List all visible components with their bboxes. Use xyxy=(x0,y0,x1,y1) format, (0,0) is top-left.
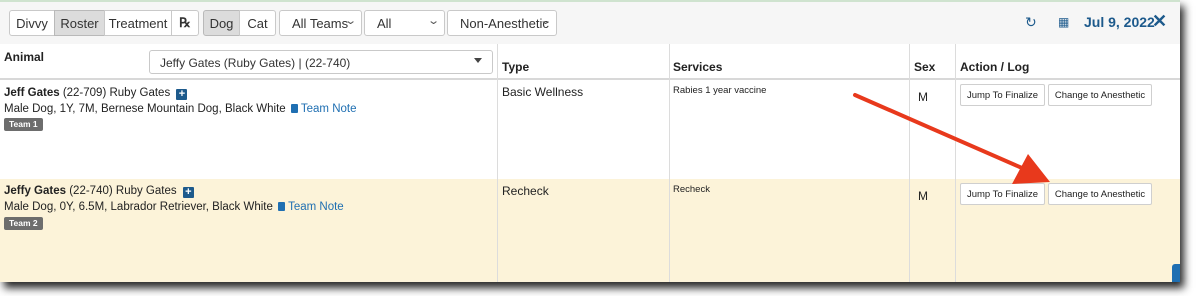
animal-cell: Jeff Gates (22-709) Ruby Gates + Male Do… xyxy=(4,85,357,117)
team-note-link[interactable]: Team Note xyxy=(301,103,357,115)
app-window: Divvy Roster Treatment ℞ Dog Cat All Tea… xyxy=(0,0,1180,282)
divvy-button[interactable]: Divvy xyxy=(9,10,55,36)
owner-name: Ruby Gates xyxy=(109,87,171,99)
teams-select[interactable]: All Teams ⌄ xyxy=(279,10,362,36)
chevron-down-icon: ⌄ xyxy=(426,15,440,27)
document-icon xyxy=(278,202,286,211)
team-badge: Team 1 xyxy=(4,118,43,131)
jump-to-finalize-button[interactable]: Jump To Finalize xyxy=(960,84,1045,106)
anesthetic-select[interactable]: Non-Anesthetic ⌄ xyxy=(447,10,557,36)
dog-filter-button[interactable]: Dog xyxy=(203,10,240,36)
table-row: Jeffy Gates (22-740) Ruby Gates + Male D… xyxy=(0,179,1180,282)
column-divider xyxy=(955,44,956,282)
animal-name[interactable]: Jeffy Gates xyxy=(4,185,66,197)
animal-select-value: Jeffy Gates (Ruby Gates) | (22-740) xyxy=(160,56,351,70)
close-icon[interactable]: ✕ xyxy=(1152,11,1167,32)
animal-cell: Jeffy Gates (22-740) Ruby Gates + Male D… xyxy=(4,183,344,215)
team-badge: Team 2 xyxy=(4,217,43,230)
animal-select[interactable]: Jeffy Gates (Ruby Gates) | (22-740) xyxy=(149,50,493,74)
column-divider xyxy=(669,44,670,282)
animal-name[interactable]: Jeff Gates xyxy=(4,87,60,99)
column-divider xyxy=(909,44,910,282)
animal-details: Male Dog, 0Y, 6.5M, Labrador Retriever, … xyxy=(4,201,273,213)
plus-icon[interactable]: + xyxy=(176,89,188,100)
header-sex: Sex xyxy=(914,60,936,74)
sex-value: M xyxy=(918,90,928,104)
animal-id: (22-740) xyxy=(69,185,113,197)
animal-id: (22-709) xyxy=(62,87,107,99)
header-animal: Animal xyxy=(4,50,45,64)
teams-select-value: All Teams xyxy=(292,15,349,31)
caret-down-icon xyxy=(474,58,482,63)
treatment-button[interactable]: Treatment xyxy=(104,10,172,36)
change-to-anesthetic-button[interactable]: Change to Anesthetic xyxy=(1048,183,1152,205)
owner-name: Ruby Gates xyxy=(115,185,177,197)
all-select[interactable]: All ⌄ xyxy=(364,10,445,36)
team-note-link[interactable]: Team Note xyxy=(288,201,344,213)
table-row: Jeff Gates (22-709) Ruby Gates + Male Do… xyxy=(0,80,1180,180)
type-value: Basic Wellness xyxy=(502,85,584,99)
header-services: Services xyxy=(673,60,723,74)
animal-details: Male Dog, 1Y, 7M, Bernese Mountain Dog, … xyxy=(4,103,286,115)
toolbar: Divvy Roster Treatment ℞ Dog Cat All Tea… xyxy=(0,2,1180,45)
cat-filter-button[interactable]: Cat xyxy=(239,10,276,36)
services-value: Rabies 1 year vaccine xyxy=(673,85,767,96)
type-value: Recheck xyxy=(502,184,549,198)
header-type: Type xyxy=(502,60,530,74)
prescription-button[interactable]: ℞ xyxy=(171,10,199,36)
refresh-icon[interactable]: ↻ xyxy=(1025,14,1037,31)
anesthetic-select-value: Non-Anesthetic xyxy=(460,15,549,31)
services-value: Recheck xyxy=(673,184,710,195)
column-divider xyxy=(497,44,498,282)
side-tab[interactable] xyxy=(1172,264,1180,282)
chevron-down-icon: ⌄ xyxy=(343,15,357,27)
document-icon xyxy=(290,104,298,113)
chevron-down-icon: ⌄ xyxy=(538,15,552,27)
roster-button[interactable]: Roster xyxy=(54,10,105,36)
jump-to-finalize-button[interactable]: Jump To Finalize xyxy=(960,183,1045,205)
header-action-log: Action / Log xyxy=(960,60,1030,74)
change-to-anesthetic-button[interactable]: Change to Anesthetic xyxy=(1048,84,1152,106)
all-select-value: All xyxy=(377,15,392,31)
sex-value: M xyxy=(918,189,928,203)
calendar-icon[interactable]: ▦ xyxy=(1058,15,1069,29)
date-display: Jul 9, 2022 xyxy=(1084,14,1155,30)
plus-icon[interactable]: + xyxy=(182,187,194,198)
